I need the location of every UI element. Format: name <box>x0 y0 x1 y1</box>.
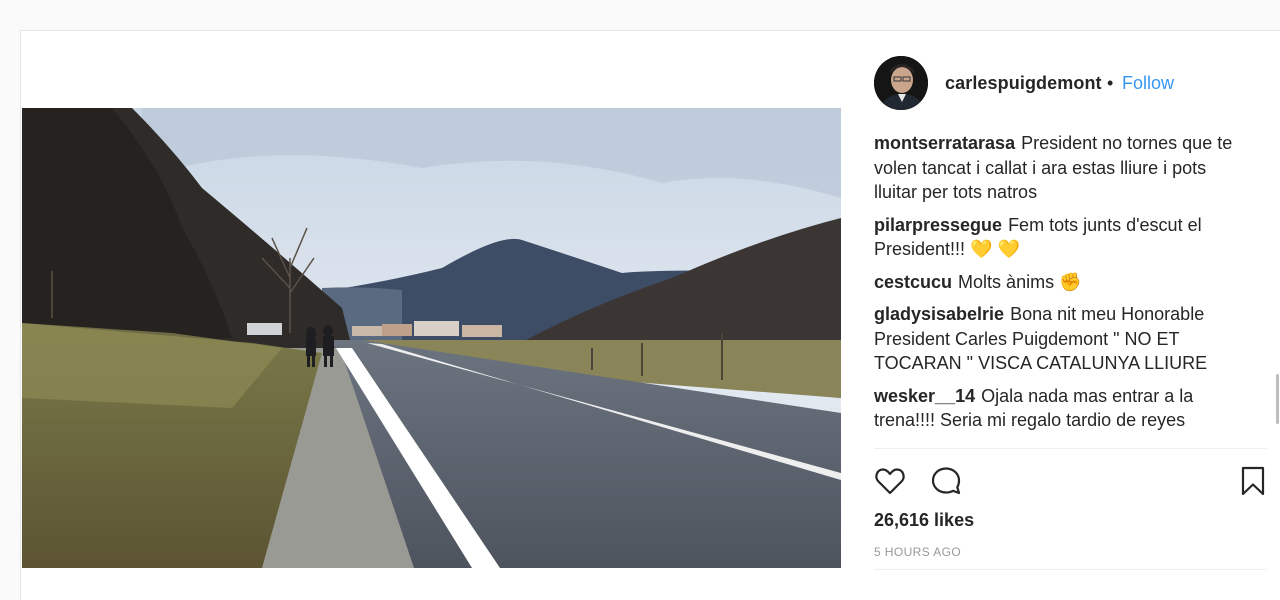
heart-icon[interactable] <box>872 463 908 499</box>
post-timestamp[interactable]: 5 HOURS AGO <box>874 545 961 559</box>
comment-item: pilarpressegue Fem tots junts d'escut el … <box>874 213 1234 262</box>
comment-username[interactable]: cestcucu <box>874 272 952 292</box>
bookmark-icon[interactable] <box>1235 463 1271 499</box>
comment-item: wesker__14 Ojala nada mas entrar a la tre… <box>874 384 1234 433</box>
comment-item: gladysisabelrie Bona nit meu Honorable Pr… <box>874 302 1234 376</box>
post-sidebar: carlespuigdemont • Follow montserrataras… <box>841 31 1280 600</box>
comment-text: Molts ànims ✊ <box>958 271 1082 292</box>
divider <box>874 569 1267 570</box>
comment-username[interactable]: montserratarasa <box>874 133 1015 153</box>
comment-username[interactable]: wesker__14 <box>874 386 975 406</box>
comment-item: cestcucu Molts ànims ✊ <box>874 270 1234 295</box>
avatar[interactable] <box>874 56 928 110</box>
post-header: carlespuigdemont • Follow <box>841 31 1280 131</box>
post-actions <box>874 463 1267 499</box>
comments-list[interactable]: montserratarasa President no tornes que t… <box>874 131 1234 451</box>
separator-dot: • <box>1107 73 1114 93</box>
comment-item: montserratarasa President no tornes que t… <box>874 131 1234 205</box>
comment-username[interactable]: gladysisabelrie <box>874 304 1004 324</box>
likes-count[interactable]: 26,616 likes <box>874 510 974 531</box>
comment-icon[interactable] <box>928 463 964 499</box>
post-card: carlespuigdemont • Follow montserrataras… <box>20 30 1280 600</box>
comment-username[interactable]: pilarpressegue <box>874 215 1002 235</box>
post-photo[interactable] <box>22 108 841 568</box>
username-link[interactable]: carlespuigdemont <box>945 73 1102 94</box>
photo-area <box>21 31 841 600</box>
follow-button[interactable]: Follow <box>1122 73 1174 94</box>
divider <box>874 448 1267 449</box>
scrollbar-thumb[interactable] <box>1276 374 1279 424</box>
comments-scrollbar[interactable] <box>1276 131 1280 451</box>
